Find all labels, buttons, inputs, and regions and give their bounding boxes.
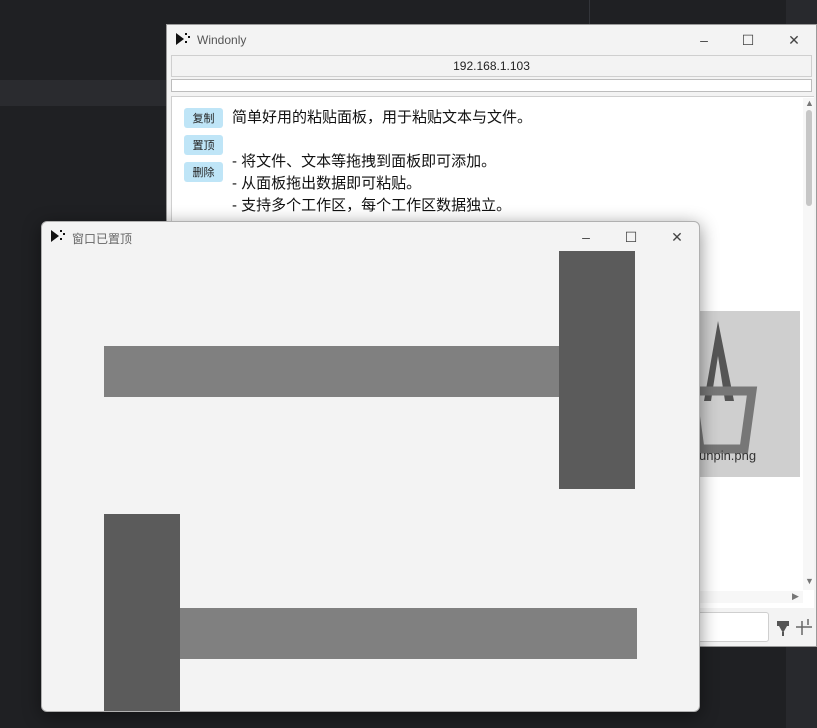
app-icon xyxy=(176,33,190,45)
minimize-icon: – xyxy=(582,229,590,245)
scrollbar-thumb[interactable] xyxy=(806,110,812,206)
close-icon: ✕ xyxy=(671,228,683,245)
window-title: Windonly xyxy=(197,33,247,47)
text-line: 简单好用的粘贴面板，用于粘贴文本与文件。 xyxy=(232,109,533,126)
scroll-up-icon[interactable]: ▲ xyxy=(805,98,814,108)
image-filename: unpin.png xyxy=(699,448,757,463)
settings-slider-icon[interactable] xyxy=(795,615,813,639)
copy-button[interactable]: 复制 xyxy=(184,108,223,128)
text-line: - 支持多个工作区，每个工作区数据独立。 xyxy=(232,197,512,214)
workspace-input[interactable] xyxy=(697,612,769,642)
maximize-icon: ☐ xyxy=(624,228,638,245)
close-icon: ✕ xyxy=(788,31,800,48)
desktop-strip xyxy=(0,80,170,106)
text-input[interactable] xyxy=(171,79,812,92)
maximize-icon: ☐ xyxy=(741,31,755,48)
address-display[interactable]: 192.168.1.103 xyxy=(171,55,812,77)
scroll-down-icon[interactable]: ▼ xyxy=(805,576,814,586)
scroll-right-icon[interactable]: ▶ xyxy=(792,591,799,602)
pin-head-bottom xyxy=(104,514,180,711)
app-icon xyxy=(51,230,65,242)
pinned-window: 窗口已置顶 – ☐ ✕ xyxy=(41,221,700,712)
close-button[interactable]: ✕ xyxy=(663,226,691,248)
pin-head-top xyxy=(559,251,635,489)
pin-shaft-bottom xyxy=(180,608,637,659)
pin-button[interactable]: 置顶 xyxy=(184,135,223,155)
minimize-icon: – xyxy=(700,32,708,48)
maximize-button[interactable]: ☐ xyxy=(734,29,762,51)
maximize-button[interactable]: ☐ xyxy=(617,226,645,248)
delete-button[interactable]: 删除 xyxy=(184,162,223,182)
minimize-button[interactable]: – xyxy=(690,29,718,51)
pin-icon[interactable] xyxy=(774,615,792,639)
titlebar[interactable]: Windonly – ☐ ✕ xyxy=(167,25,816,55)
window-title: 窗口已置顶 xyxy=(72,232,133,246)
text-line: - 从面板拖出数据即可粘贴。 xyxy=(232,175,422,192)
vertical-scrollbar[interactable]: ▲ ▼ xyxy=(803,98,814,590)
text-line: - 将文件、文本等拖拽到面板即可添加。 xyxy=(232,153,497,170)
pin-shaft-top xyxy=(104,346,564,397)
text-item[interactable]: 简单好用的粘贴面板，用于粘贴文本与文件。 - 将文件、文本等拖拽到面板即可添加。… xyxy=(232,107,532,217)
titlebar[interactable]: 窗口已置顶 – ☐ ✕ xyxy=(42,222,699,252)
minimize-button[interactable]: – xyxy=(572,226,600,248)
desktop-divider xyxy=(589,0,590,24)
close-button[interactable]: ✕ xyxy=(780,29,808,51)
